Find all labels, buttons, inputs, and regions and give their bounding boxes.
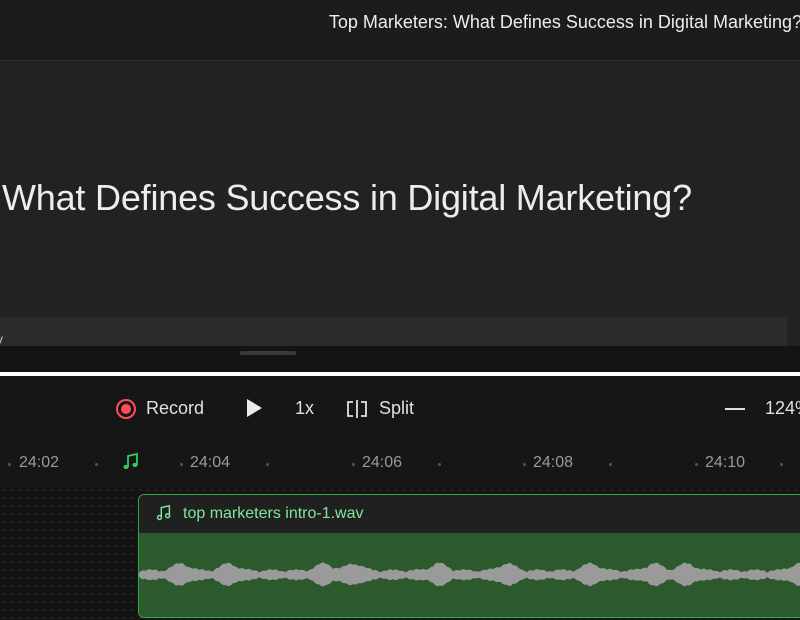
ruler-tick-label: 24:10 [705,454,746,471]
music-note-icon[interactable] [121,452,141,477]
zoom-out-icon[interactable] [725,408,745,410]
ruler-dot [180,463,183,466]
document-title: Top Marketers: What Defines Success in D… [328,12,800,32]
editor-panel[interactable]: What Defines Success in Digital Marketin… [0,61,800,346]
ruler-dot [352,463,355,466]
waveform-graphic [139,562,800,587]
split-icon [345,399,369,419]
ruler-tick-label: 24:06 [362,454,403,471]
resize-handle[interactable] [240,351,296,355]
record-label: Record [146,398,205,418]
ruler-dot [8,463,11,466]
editor-subbar[interactable]: v [0,317,787,346]
waveform-shape [139,562,800,587]
timeline-toolbar: Record 1x Split 124% [0,376,800,442]
audio-waveform[interactable] [139,533,800,617]
split-button[interactable]: Split [345,398,414,419]
ruler-dot [95,463,98,466]
play-icon [247,399,262,417]
speed-button[interactable]: 1x [295,398,314,419]
audio-clip[interactable]: top marketers intro-1.wav [138,494,800,618]
ruler-tick-label: 24:04 [190,454,231,471]
ruler-dot [609,463,612,466]
subbar-text: v [0,331,3,346]
panel-footer [0,346,800,372]
timeline-ruler[interactable]: 24:02 24:04 24:06 24:08 24:10 [0,442,800,486]
ruler-dot [780,463,783,466]
ruler-dot [695,463,698,466]
record-icon [116,398,136,419]
ruler-dot [438,463,441,466]
zoom-level: 124% [765,398,800,418]
play-button[interactable] [247,399,262,417]
ruler-dot [523,463,526,466]
ruler-dot [266,463,269,466]
title-bar: Top Marketers: What Defines Success in D… [0,0,800,61]
record-button[interactable]: Record [116,398,204,419]
speed-label: 1x [295,398,315,418]
editor-headline[interactable]: What Defines Success in Digital Marketin… [2,177,692,219]
clip-header[interactable]: top marketers intro-1.wav [139,495,800,533]
clip-name: top marketers intro-1.wav [183,505,364,522]
ruler-tick-label: 24:08 [533,454,574,471]
split-label: Split [379,398,415,418]
music-note-icon [155,504,173,527]
ruler-tick-label: 24:02 [19,454,60,471]
